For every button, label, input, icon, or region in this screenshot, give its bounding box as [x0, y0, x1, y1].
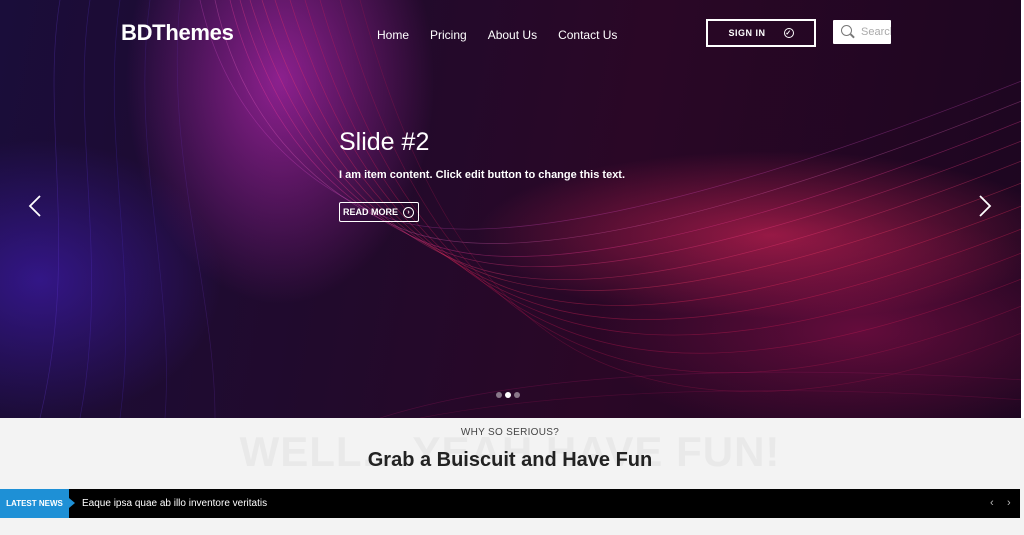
- read-more-label: READ MORE: [343, 207, 399, 217]
- site-logo[interactable]: BDThemes: [121, 20, 234, 46]
- slider-dot[interactable]: [496, 392, 502, 398]
- check-circle-icon: ✓: [783, 28, 794, 38]
- news-ticker: LATEST NEWS Eaque ipsa quae ab illo inve…: [0, 489, 1020, 518]
- hero-slider: BDThemes Home Pricing About Us Contact U…: [0, 0, 1024, 418]
- section-eyebrow: WHY SO SERIOUS?: [460, 427, 560, 438]
- chevron-left-icon[interactable]: [28, 194, 42, 218]
- read-more-button[interactable]: READ MORE ›: [339, 202, 420, 222]
- arrow-right-circle-icon: ›: [403, 206, 415, 218]
- search-icon: [841, 25, 855, 39]
- slider-dot[interactable]: [514, 392, 520, 398]
- slider-dots: [496, 392, 520, 398]
- section-heading: Grab a Buiscuit and Have Fun: [367, 449, 653, 471]
- ticker-label: LATEST NEWS: [0, 489, 75, 518]
- chevron-right-icon[interactable]: [978, 194, 992, 218]
- slider-dot-active[interactable]: [505, 392, 511, 398]
- chevron-left-icon[interactable]: ‹: [990, 497, 994, 509]
- ticker-item[interactable]: Eaque ipsa quae ab illo inventore verita…: [82, 498, 267, 509]
- nav-item-about-us[interactable]: About Us: [488, 28, 537, 42]
- search-input[interactable]: [861, 26, 891, 38]
- slide-text: I am item content. Click edit button to …: [339, 169, 626, 181]
- slide-title: Slide #2: [339, 128, 430, 156]
- chevron-right-icon[interactable]: ›: [1007, 497, 1011, 509]
- nav-item-home[interactable]: Home: [377, 28, 409, 42]
- nav-item-pricing[interactable]: Pricing: [430, 28, 467, 42]
- sign-in-label: SIGN IN: [728, 28, 766, 38]
- sign-in-button[interactable]: SIGN IN ✓: [706, 19, 816, 47]
- search-box[interactable]: [833, 20, 891, 44]
- background-waves: [39, 0, 1024, 418]
- nav-item-contact-us[interactable]: Contact Us: [558, 28, 617, 42]
- main-nav: Home Pricing About Us Contact Us: [377, 28, 638, 42]
